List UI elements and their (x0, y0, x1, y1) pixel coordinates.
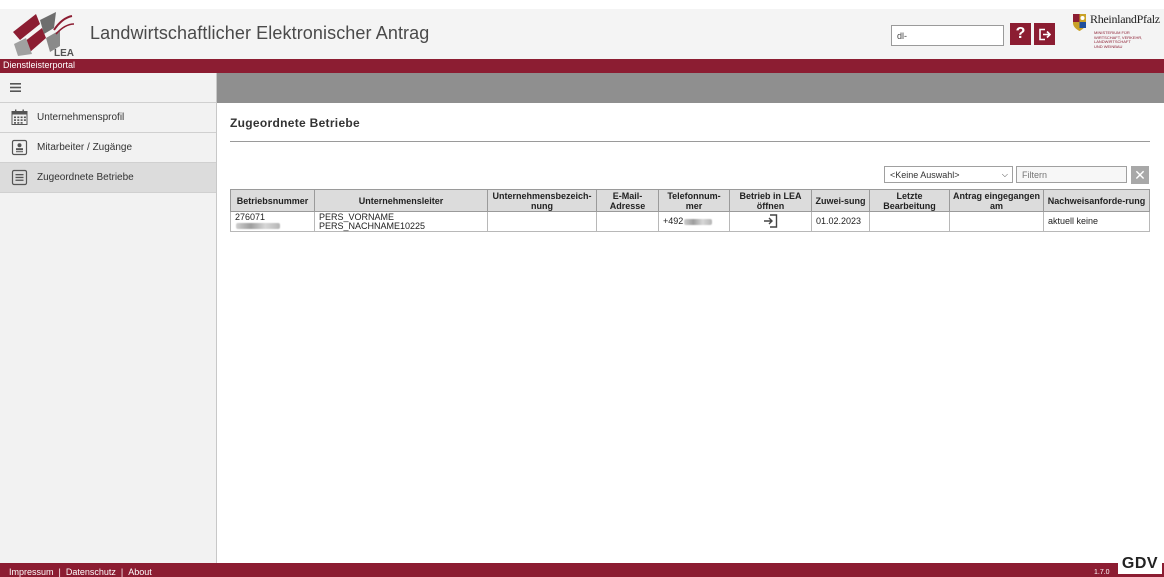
hamburger-icon (10, 83, 21, 92)
cell-antrag-eingegangen (949, 211, 1044, 232)
column-header[interactable]: Nachweisanforde-rung (1043, 189, 1150, 212)
cell-zuweisung: 01.02.2023 (811, 211, 870, 232)
column-header[interactable]: Betrieb in LEA öffnen (729, 189, 812, 212)
user-account-field[interactable] (891, 25, 1004, 46)
sidebar-item-unternehmensprofil[interactable]: Unternehmensprofil (0, 103, 216, 133)
cell-betriebsnummer: 276071 (230, 211, 315, 232)
table-header-row: Betriebsnummer Unternehmensleiter Untern… (230, 189, 1150, 212)
cell-unternehmensleiter: PERS_VORNAME PERS_NACHNAME10225 (314, 211, 488, 232)
table-row[interactable]: 276071 PERS_VORNAME PERS_NACHNAME10225 +… (230, 211, 1150, 232)
content-toolbar (217, 73, 1164, 103)
app-header: LEA Landwirtschaftlicher Elektronischer … (0, 9, 1164, 59)
column-header[interactable]: Zuwei-sung (811, 189, 870, 212)
state-name: RheinlandPfalz (1090, 12, 1160, 26)
rlp-ministry-logo: RheinlandPfalz MINISTERIUM FÜR WIRTSCHAF… (1072, 11, 1162, 57)
app-footer: Impressum | Datenschutz | About 1.7.0 GDV (0, 554, 1164, 577)
impressum-link[interactable]: Impressum (9, 567, 54, 577)
column-header[interactable]: E-Mail-Adresse (596, 189, 659, 212)
about-link[interactable]: About (128, 567, 152, 577)
lea-logo: LEA (13, 12, 75, 58)
filter-select-value: <Keine Auswahl> (890, 169, 960, 180)
redacted-value (236, 223, 280, 230)
menu-toggle-button[interactable] (0, 73, 216, 103)
footer-links: Impressum | Datenschutz | About (9, 567, 152, 577)
cell-nachweisanforderung: aktuell keine (1043, 211, 1150, 232)
gdv-logo: GDV (1118, 554, 1162, 574)
logo-text: LEA (54, 48, 74, 58)
contact-card-icon (11, 139, 28, 156)
logout-icon (1039, 28, 1051, 40)
calendar-icon (11, 109, 28, 125)
cell-email (596, 211, 659, 232)
sidebar: Unternehmensprofil Mitarbeiter / Zugänge… (0, 73, 217, 563)
help-icon: ? (1015, 25, 1026, 42)
chevron-down-icon: ⌵ (1001, 170, 1008, 179)
datenschutz-link[interactable]: Datenschutz (66, 567, 116, 577)
close-icon: ✕ (1134, 166, 1146, 183)
open-in-icon[interactable] (763, 213, 778, 228)
cell-open-in-lea[interactable] (729, 211, 812, 232)
cell-bezeichnung (487, 211, 597, 232)
filter-select[interactable]: <Keine Auswahl> ⌵ (884, 166, 1013, 183)
ministry-name: MINISTERIUM FÜR WIRTSCHAFT, VERKEHR, LAN… (1094, 30, 1143, 49)
cell-telefon: +492 (658, 211, 730, 232)
logout-button[interactable] (1034, 23, 1055, 45)
filter-input[interactable] (1016, 166, 1127, 183)
app-title: Landwirtschaftlicher Elektronischer Antr… (90, 23, 430, 43)
column-header[interactable]: Telefonnum-mer (658, 189, 730, 212)
version-label: 1.7.0 (1094, 569, 1110, 576)
redacted-value (684, 218, 713, 225)
help-button[interactable]: ? (1010, 23, 1031, 45)
clear-filter-button[interactable]: ✕ (1131, 166, 1149, 184)
title-divider (230, 141, 1150, 142)
column-header[interactable]: Unternehmensleiter (314, 189, 488, 212)
column-header[interactable]: Betriebsnummer (230, 189, 315, 212)
portal-label: Dienstleisterportal (3, 60, 76, 70)
column-header[interactable]: Unternehmensbezeich-nung (487, 189, 597, 212)
sidebar-item-mitarbeiter[interactable]: Mitarbeiter / Zugänge (0, 133, 216, 163)
sidebar-item-label: Zugeordnete Betriebe (37, 172, 134, 183)
document-list-icon (11, 169, 28, 186)
cell-letzte-bearbeitung (869, 211, 950, 232)
sidebar-item-label: Mitarbeiter / Zugänge (37, 142, 133, 153)
sidebar-item-label: Unternehmensprofil (37, 112, 125, 123)
page-title: Zugeordnete Betriebe (230, 116, 361, 130)
column-header[interactable]: Letzte Bearbeitung (869, 189, 950, 212)
coat-of-arms-icon (1073, 14, 1086, 31)
portal-bar: Dienstleisterportal (0, 59, 1164, 73)
column-header[interactable]: Antrag eingegangen am (949, 189, 1044, 212)
betriebe-table: Betriebsnummer Unternehmensleiter Untern… (230, 189, 1150, 232)
sidebar-item-zugeordnete-betriebe[interactable]: Zugeordnete Betriebe (0, 163, 216, 193)
